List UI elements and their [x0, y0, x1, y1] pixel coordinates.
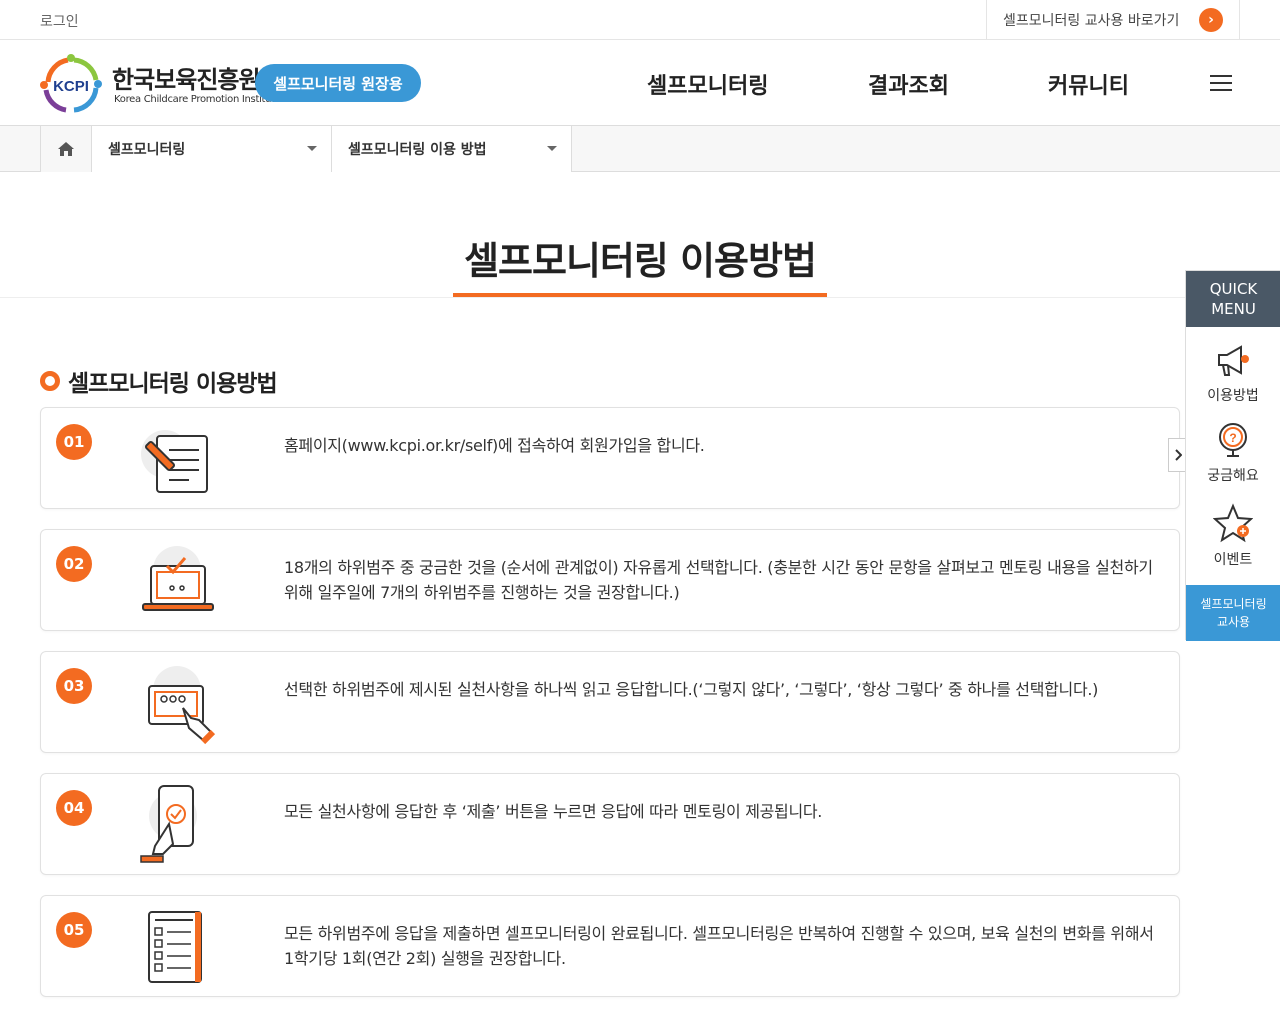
step-card: 03 선택한 하위범주에 제시된 실천사항을 하나씩 읽고 응답합니다.(‘그렇… — [40, 651, 1180, 753]
step-card: 02 18개의 하위범주 중 궁금한 것을 (순서에 관계없이) 자유롭게 선택… — [40, 529, 1180, 631]
question-icon: ? — [1219, 423, 1247, 457]
chevron-right-icon — [1174, 449, 1182, 461]
caret-down-icon — [547, 146, 557, 151]
breadcrumb-level2-select[interactable]: 셀프모니터링 이용 방법 — [332, 126, 572, 172]
quick-menu-title-line2: MENU — [1211, 300, 1256, 318]
site-logo[interactable]: KCPI 한국보육진흥원 Korea Childcare Promotion I… — [38, 50, 281, 116]
step-text: 모든 하위범주에 응답을 제출하면 셀프모니터링이 완료됩니다. 셀프모니터링은… — [284, 924, 1154, 968]
phone-tap-icon — [133, 784, 223, 868]
chevron-right-icon: › — [1199, 8, 1223, 32]
step-number: 02 — [56, 546, 92, 582]
nav-community[interactable]: 커뮤니티 — [1048, 68, 1129, 100]
step-text: 모든 실천사항에 응답한 후 ‘제출’ 버튼을 누르면 응답에 따라 멘토링이 … — [284, 802, 823, 821]
nav-results[interactable]: 결과조회 — [868, 68, 949, 100]
section-title: 셀프모니터링 이용방법 — [68, 371, 278, 397]
quick-item-label: 궁금해요 — [1207, 468, 1259, 484]
title-underline — [453, 293, 827, 297]
quick-menu: QUICK MENU 이용방법 ? 궁금해요 이벤트 셀프모니터링 교사용 — [1185, 270, 1280, 641]
step-card: 01 홈페이지(www.kcpi.or.kr/self)에 접속하여 회원가입을… — [40, 407, 1180, 509]
svg-text:KCPI: KCPI — [53, 78, 89, 95]
page-title: 셀프모니터링 이용방법 — [464, 239, 817, 283]
megaphone-icon — [1218, 345, 1249, 376]
home-icon — [58, 142, 74, 156]
breadcrumb-level1-select[interactable]: 셀프모니터링 — [92, 126, 332, 172]
hamburger-icon[interactable] — [1210, 75, 1232, 91]
quick-item-faq[interactable]: ? 궁금해요 — [1186, 419, 1280, 485]
quick-menu-title-line1: QUICK — [1209, 280, 1258, 298]
step-number: 01 — [56, 424, 92, 460]
laptop-check-icon — [133, 540, 223, 624]
section-heading: 셀프모니터링 이용방법 — [40, 364, 278, 398]
step-text: 홈페이지(www.kcpi.or.kr/self)에 접속하여 회원가입을 합니… — [284, 436, 705, 455]
svg-text:?: ? — [1229, 431, 1236, 445]
role-badge: 셀프모니터링 원장용 — [255, 64, 421, 102]
circle-bullet-icon — [40, 371, 60, 391]
step-text: 선택한 하위범주에 제시된 실천사항을 하나씩 읽고 응답합니다.(‘그렇지 않… — [284, 680, 1099, 699]
logo-subtitle: Korea Childcare Promotion Institute — [114, 94, 281, 105]
kcpi-logo-icon: KCPI — [40, 54, 102, 113]
step-card: 05 모든 하위범주에 응답을 제출하면 셀프모니터링이 완료됩니다. 셀프모니… — [40, 895, 1180, 997]
quick-item-label: 이용방법 — [1207, 388, 1259, 404]
teacher-site-link-label: 셀프모니터링 교사용 바로가기 — [1003, 13, 1180, 29]
quick-item-guide[interactable]: 이용방법 — [1186, 341, 1280, 405]
quick-item-label: 이벤트 — [1213, 552, 1253, 568]
breadcrumb-level2-label: 셀프모니터링 이용 방법 — [348, 142, 487, 158]
page-title-area: 셀프모니터링 이용방법 — [0, 172, 1280, 298]
quick-menu-toggle[interactable] — [1168, 438, 1186, 472]
step-card: 04 모든 실천사항에 응답한 후 ‘제출’ 버튼을 누르면 응답에 따라 멘토… — [40, 773, 1180, 875]
login-link[interactable]: 로그인 — [40, 11, 79, 31]
monitor-click-icon — [133, 662, 223, 746]
quick-teacher-line1: 셀프모니터링 — [1200, 597, 1267, 611]
quick-menu-title: QUICK MENU — [1186, 271, 1280, 327]
checklist-icon — [133, 906, 223, 990]
breadcrumb: 셀프모니터링 셀프모니터링 이용 방법 — [0, 126, 1280, 172]
step-number: 03 — [56, 668, 92, 704]
step-number: 04 — [56, 790, 92, 826]
nav-self-monitoring[interactable]: 셀프모니터링 — [647, 68, 768, 100]
breadcrumb-level1-label: 셀프모니터링 — [108, 142, 186, 158]
caret-down-icon — [307, 146, 317, 151]
top-utility-bar: 로그인 셀프모니터링 교사용 바로가기 › — [0, 0, 1280, 40]
site-header: KCPI 한국보육진흥원 Korea Childcare Promotion I… — [0, 40, 1280, 126]
quick-teacher-line2: 교사용 — [1216, 615, 1251, 629]
star-icon — [1212, 503, 1254, 543]
step-text: 18개의 하위범주 중 궁금한 것을 (순서에 관계없이) 자유롭게 선택합니다… — [284, 558, 1153, 602]
document-pen-icon — [133, 418, 223, 502]
step-number: 05 — [56, 912, 92, 948]
home-button[interactable] — [40, 126, 92, 172]
quick-item-event[interactable]: 이벤트 — [1186, 503, 1280, 569]
quick-teacher-button[interactable]: 셀프모니터링 교사용 — [1186, 585, 1280, 641]
logo-title: 한국보육진흥원 — [112, 66, 261, 94]
teacher-site-link[interactable]: 셀프모니터링 교사용 바로가기 › — [986, 0, 1240, 40]
